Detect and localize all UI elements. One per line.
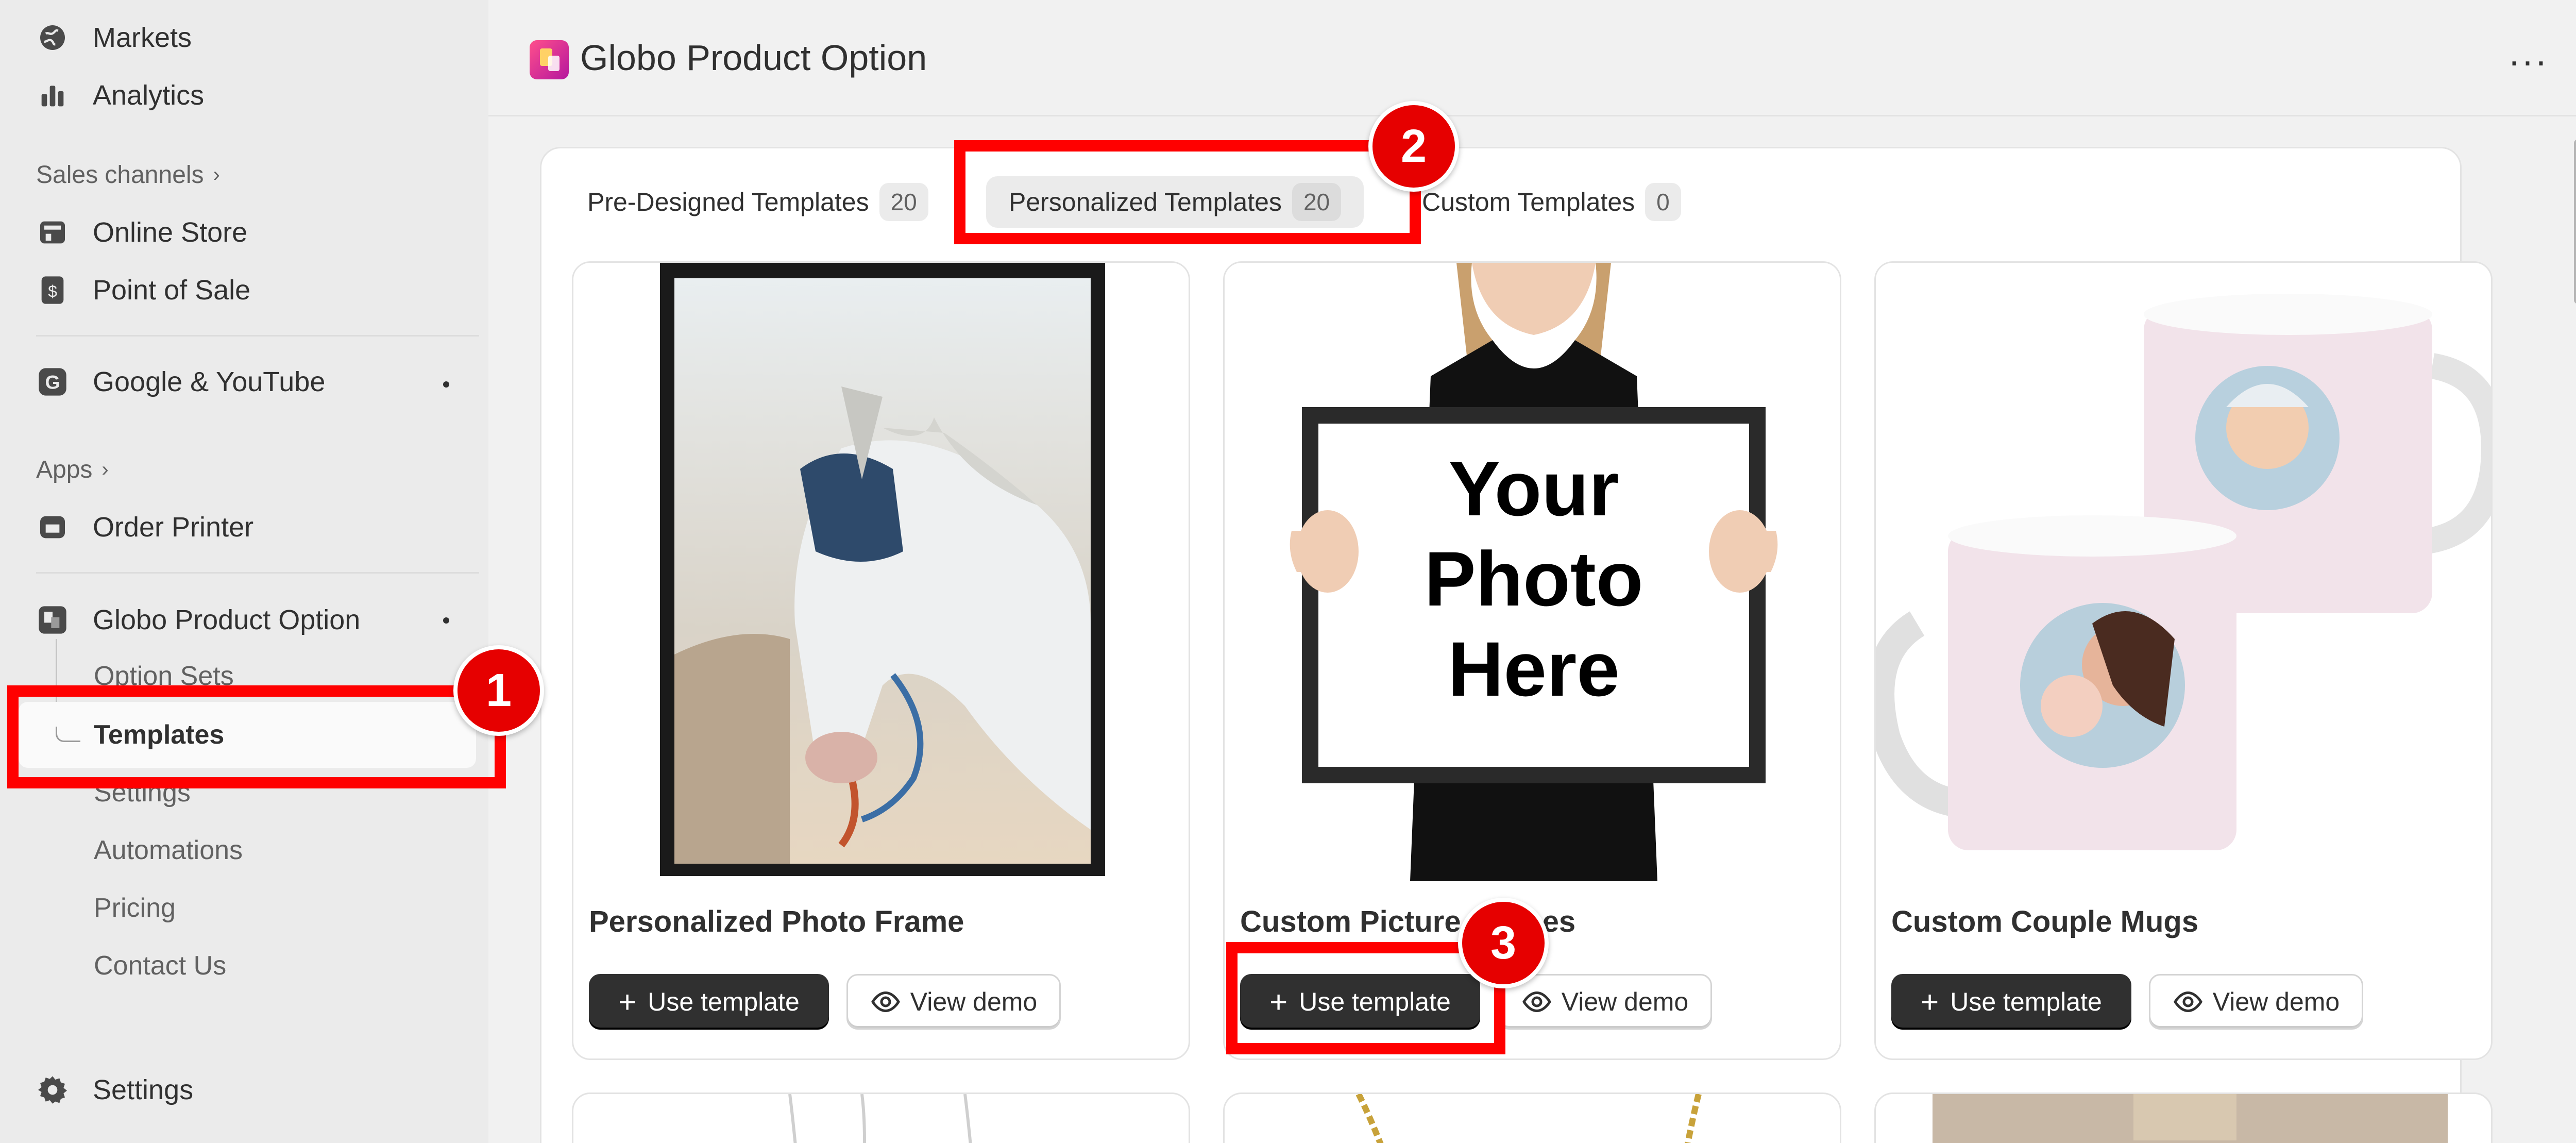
sidebar: Markets Analytics Sales channels › Onlin… bbox=[0, 0, 488, 1143]
app-header: Globo Product Option ··· bbox=[488, 0, 2576, 116]
store-icon bbox=[36, 216, 69, 249]
button-label: View demo bbox=[2212, 987, 2340, 1016]
eye-icon bbox=[1522, 991, 1551, 1013]
more-actions-button[interactable]: ··· bbox=[2508, 40, 2548, 82]
highlight-box-templates bbox=[7, 685, 506, 788]
template-image-picture-frames: Your Photo Here bbox=[1225, 263, 1840, 881]
sidebar-item-label: Order Printer bbox=[93, 512, 254, 543]
page-title: Globo Product Option bbox=[580, 38, 927, 78]
highlight-box-personalized-tab bbox=[954, 140, 1421, 244]
google-icon: G bbox=[36, 365, 69, 398]
step-badge: 2 bbox=[1368, 101, 1459, 192]
sidebar-item-label: Point of Sale bbox=[93, 275, 251, 306]
template-image-chain bbox=[1355, 1094, 1702, 1143]
plus-icon: + bbox=[618, 984, 637, 1019]
button-label: View demo bbox=[910, 987, 1038, 1016]
sidebar-item-label: Settings bbox=[93, 1074, 194, 1105]
sidebar-item-google-youtube[interactable]: G Google & YouTube bbox=[36, 359, 325, 405]
eye-icon bbox=[871, 991, 900, 1013]
scrollbar[interactable] bbox=[2574, 139, 2576, 304]
status-dot bbox=[443, 617, 449, 624]
template-image-couple-mugs bbox=[1876, 263, 2491, 881]
sales-channels-heading[interactable]: Sales channels › bbox=[36, 161, 220, 189]
sidebar-subitem-contact-us[interactable]: Contact Us bbox=[94, 945, 226, 986]
sidebar-item-analytics[interactable]: Analytics bbox=[36, 72, 204, 119]
tab-count-badge: 0 bbox=[1645, 183, 1681, 221]
sidebar-subitem-pricing[interactable]: Pricing bbox=[94, 887, 176, 929]
svg-text:G: G bbox=[45, 371, 60, 393]
template-image-hanger bbox=[1933, 1094, 2448, 1143]
sidebar-item-label: Online Store bbox=[93, 217, 248, 248]
sidebar-subitem-automations[interactable]: Automations bbox=[94, 830, 243, 871]
use-template-button[interactable]: + Use template bbox=[1891, 974, 2131, 1030]
bar-chart-icon bbox=[36, 79, 69, 112]
gear-icon bbox=[36, 1073, 69, 1106]
sidebar-item-settings[interactable]: Settings bbox=[36, 1067, 193, 1113]
template-name: Custom Couple Mugs bbox=[1891, 905, 2199, 938]
template-card bbox=[1874, 1092, 2493, 1143]
view-demo-button[interactable]: View demo bbox=[2149, 974, 2363, 1030]
button-label: Use template bbox=[1950, 987, 2102, 1016]
template-image-necklace bbox=[788, 1094, 972, 1143]
template-card: Personalized Photo Frame + Use template … bbox=[572, 261, 1190, 1060]
sidebar-item-label: Markets bbox=[93, 22, 192, 53]
tab-label: Pre-Designed Templates bbox=[587, 188, 869, 216]
pos-icon: $ bbox=[36, 274, 69, 307]
globo-logo-icon bbox=[530, 40, 569, 79]
template-image-photo-frame bbox=[573, 263, 1189, 881]
sidebar-item-label: Google & YouTube bbox=[93, 366, 326, 397]
apps-heading[interactable]: Apps › bbox=[36, 456, 109, 484]
sidebar-item-order-printer[interactable]: Order Printer bbox=[36, 504, 253, 550]
template-card: Custom Couple Mugs + Use template View d… bbox=[1874, 261, 2493, 1060]
sidebar-item-online-store[interactable]: Online Store bbox=[36, 209, 247, 256]
apps-label: Apps bbox=[36, 456, 93, 483]
view-demo-button[interactable]: View demo bbox=[846, 974, 1061, 1030]
chevron-right-icon: › bbox=[101, 458, 109, 481]
sidebar-item-globo-product-option[interactable]: Globo Product Option bbox=[36, 597, 360, 643]
eye-icon bbox=[2173, 991, 2202, 1013]
tab-label: Custom Templates bbox=[1422, 188, 1635, 216]
template-card bbox=[1223, 1092, 1841, 1143]
sidebar-divider bbox=[36, 335, 479, 337]
plus-icon: + bbox=[1921, 984, 1939, 1019]
sidebar-item-label: Analytics bbox=[93, 80, 205, 111]
globe-icon bbox=[36, 21, 69, 54]
sidebar-item-point-of-sale[interactable]: $ Point of Sale bbox=[36, 267, 250, 313]
button-label: Use template bbox=[648, 987, 800, 1016]
view-demo-button[interactable]: View demo bbox=[1498, 974, 1712, 1030]
sales-channels-label: Sales channels bbox=[36, 161, 204, 189]
printer-icon bbox=[36, 511, 69, 544]
sidebar-item-markets[interactable]: Markets bbox=[36, 14, 192, 61]
frame-placeholder-text: Photo bbox=[1425, 535, 1643, 622]
use-template-button[interactable]: + Use template bbox=[589, 974, 829, 1030]
status-dot bbox=[443, 381, 449, 388]
tab-custom-templates[interactable]: Custom Templates 0 bbox=[1422, 176, 1681, 228]
svg-text:$: $ bbox=[48, 282, 57, 300]
template-card bbox=[572, 1092, 1190, 1143]
chevron-right-icon: › bbox=[213, 163, 220, 186]
tab-pre-designed-templates[interactable]: Pre-Designed Templates 20 bbox=[587, 176, 928, 228]
sidebar-divider bbox=[36, 572, 479, 574]
button-label: View demo bbox=[1561, 987, 1689, 1016]
frame-placeholder-text: Your bbox=[1449, 445, 1619, 532]
step-badge: 1 bbox=[453, 645, 544, 736]
tab-count-badge: 20 bbox=[879, 183, 928, 221]
step-badge: 3 bbox=[1458, 898, 1549, 988]
frame-placeholder-text: Here bbox=[1448, 626, 1620, 712]
globo-app-icon bbox=[36, 603, 69, 636]
sidebar-item-label: Globo Product Option bbox=[93, 604, 361, 635]
template-name: Personalized Photo Frame bbox=[589, 905, 964, 938]
